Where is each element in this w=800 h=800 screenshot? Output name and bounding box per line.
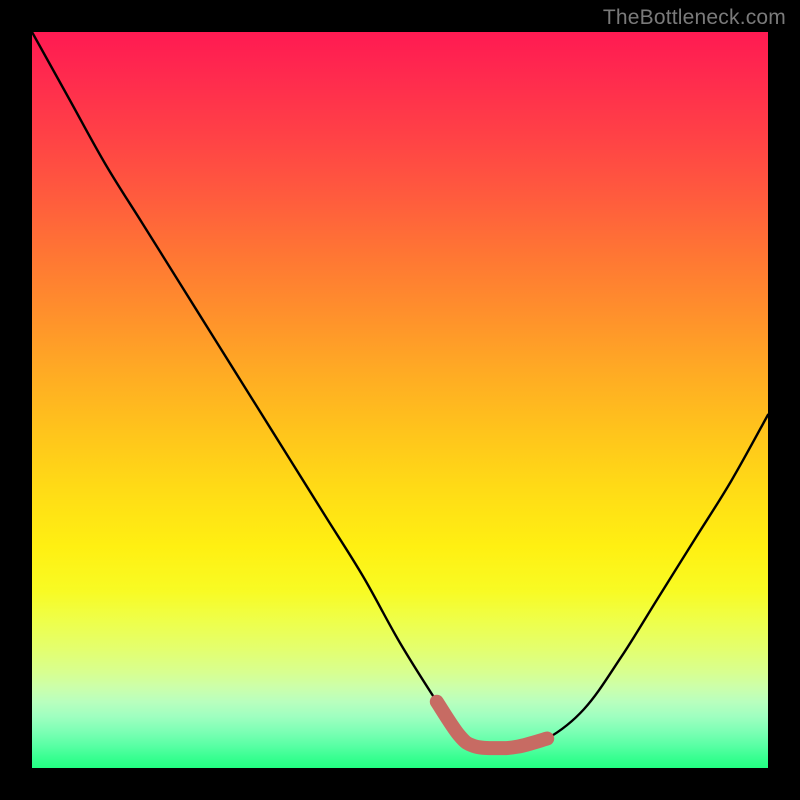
optimal-range-highlight [437,702,547,748]
bottleneck-curve [32,32,768,748]
chart-stage: TheBottleneck.com [0,0,800,800]
plot-area [32,32,768,768]
curve-layer [32,32,768,768]
watermark-label: TheBottleneck.com [603,6,786,30]
